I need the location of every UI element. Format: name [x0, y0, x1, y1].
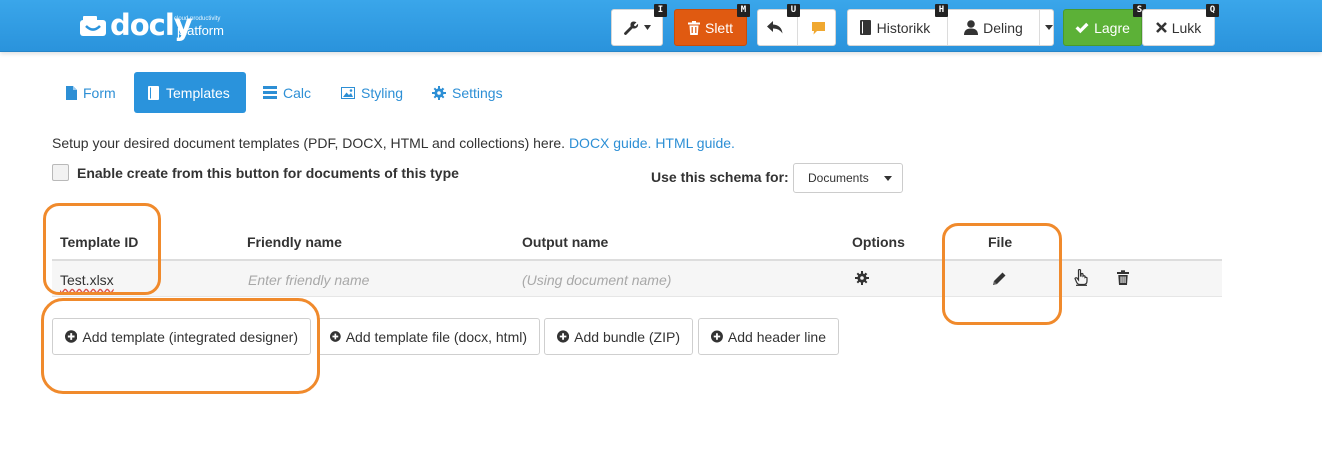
add-bundle-button[interactable]: Add bundle (ZIP)	[544, 318, 693, 355]
tasks-icon	[263, 86, 277, 99]
history-share-group: Historikk Deling	[847, 9, 1054, 46]
history-shortcut: H	[935, 4, 948, 17]
close-label: Lukk	[1171, 19, 1202, 36]
header-file: File	[988, 234, 1013, 250]
enable-create-checkbox[interactable]	[52, 164, 69, 181]
add-template-designer-label: Add template (integrated designer)	[82, 328, 298, 345]
tab-calc[interactable]: Calc	[249, 72, 325, 113]
docx-guide-link[interactable]: DOCX guide.	[569, 135, 651, 151]
top-bar: docly cloud productivity platform I Slet…	[0, 0, 1322, 52]
delete-label: Slett	[704, 19, 733, 36]
delete-shortcut: M	[737, 4, 750, 17]
check-icon	[1075, 22, 1089, 33]
comment-button[interactable]	[802, 10, 835, 45]
caret-down-icon	[644, 25, 651, 30]
output-name-input[interactable]: (Using document name)	[522, 272, 671, 288]
share-dropdown-toggle[interactable]	[1044, 10, 1053, 45]
header-friendly-name: Friendly name	[247, 234, 342, 250]
plus-circle-icon	[711, 330, 723, 343]
intro-description: Setup your desired document templates (P…	[52, 135, 566, 151]
header-options: Options	[852, 234, 905, 250]
comment-icon	[812, 21, 826, 34]
tab-styling[interactable]: Styling	[327, 72, 417, 113]
save-button[interactable]: Lagre	[1063, 9, 1142, 46]
schema-selected-value: Documents	[808, 171, 869, 185]
add-header-line-label: Add header line	[727, 328, 826, 345]
user-icon	[964, 20, 979, 35]
undo-shortcut: U	[787, 4, 800, 17]
caret-down-icon	[1044, 25, 1053, 30]
book-icon	[859, 20, 871, 35]
close-shortcut: Q	[1206, 4, 1219, 17]
add-bundle-label: Add bundle (ZIP)	[574, 328, 680, 345]
friendly-name-input[interactable]: Enter friendly name	[248, 272, 369, 288]
header-output-name: Output name	[522, 234, 609, 250]
tab-form[interactable]: Form	[52, 72, 130, 113]
tab-settings[interactable]: Settings	[418, 72, 517, 113]
close-icon	[1155, 22, 1167, 33]
enable-create-label: Enable create from this button for docum…	[77, 164, 459, 181]
picture-icon	[341, 86, 355, 99]
plus-circle-icon	[330, 331, 341, 342]
html-guide-link[interactable]: HTML guide.	[655, 135, 735, 151]
add-template-file-button[interactable]: Add template file (docx, html)	[317, 318, 540, 355]
group-divider	[1039, 10, 1040, 45]
tab-templates-label: Templates	[166, 84, 230, 101]
share-button[interactable]: Deling	[953, 10, 1034, 45]
pencil-icon[interactable]	[992, 271, 1007, 286]
close-button[interactable]: Lukk	[1142, 9, 1215, 46]
schema-select[interactable]: Documents	[793, 163, 903, 193]
history-label: Historikk	[876, 19, 931, 36]
add-template-designer-button[interactable]: Add template (integrated designer)	[52, 318, 311, 355]
caret-down-icon	[884, 176, 892, 181]
add-header-line-button[interactable]: Add header line	[698, 318, 839, 355]
tab-form-label: Form	[83, 84, 116, 101]
file-icon	[66, 85, 77, 100]
template-id-input[interactable]: Test.xlsx	[60, 272, 114, 288]
add-template-file-label: Add template file (docx, html)	[345, 328, 527, 345]
tools-shortcut: I	[654, 4, 667, 17]
tab-styling-label: Styling	[361, 84, 404, 101]
enable-create-row: Enable create from this button for docum…	[52, 164, 459, 181]
logo-platform: platform	[177, 23, 224, 38]
reply-icon	[766, 21, 783, 34]
tab-settings-label: Settings	[452, 84, 503, 101]
save-label: Lagre	[1094, 19, 1130, 36]
trash-icon	[687, 20, 700, 35]
trash-icon[interactable]	[1117, 270, 1129, 285]
hand-pointer-icon[interactable]	[1074, 269, 1088, 286]
plus-circle-icon	[65, 330, 78, 343]
tab-templates[interactable]: Templates	[134, 72, 246, 113]
wrench-icon	[624, 21, 639, 35]
gear-icon	[432, 85, 446, 100]
intro-text: Setup your desired document templates (P…	[52, 135, 735, 151]
schema-label: Use this schema for:	[651, 169, 789, 185]
logo-tagline: cloud productivity	[174, 16, 221, 22]
tab-calc-label: Calc	[283, 84, 312, 101]
plus-circle-icon	[557, 330, 570, 343]
book-icon	[148, 85, 159, 100]
share-label: Deling	[983, 19, 1023, 36]
history-button[interactable]: Historikk	[848, 10, 942, 45]
header-template-id: Template ID	[60, 234, 139, 250]
logo-box-icon	[80, 16, 106, 36]
options-gear-icon[interactable]	[855, 271, 869, 285]
